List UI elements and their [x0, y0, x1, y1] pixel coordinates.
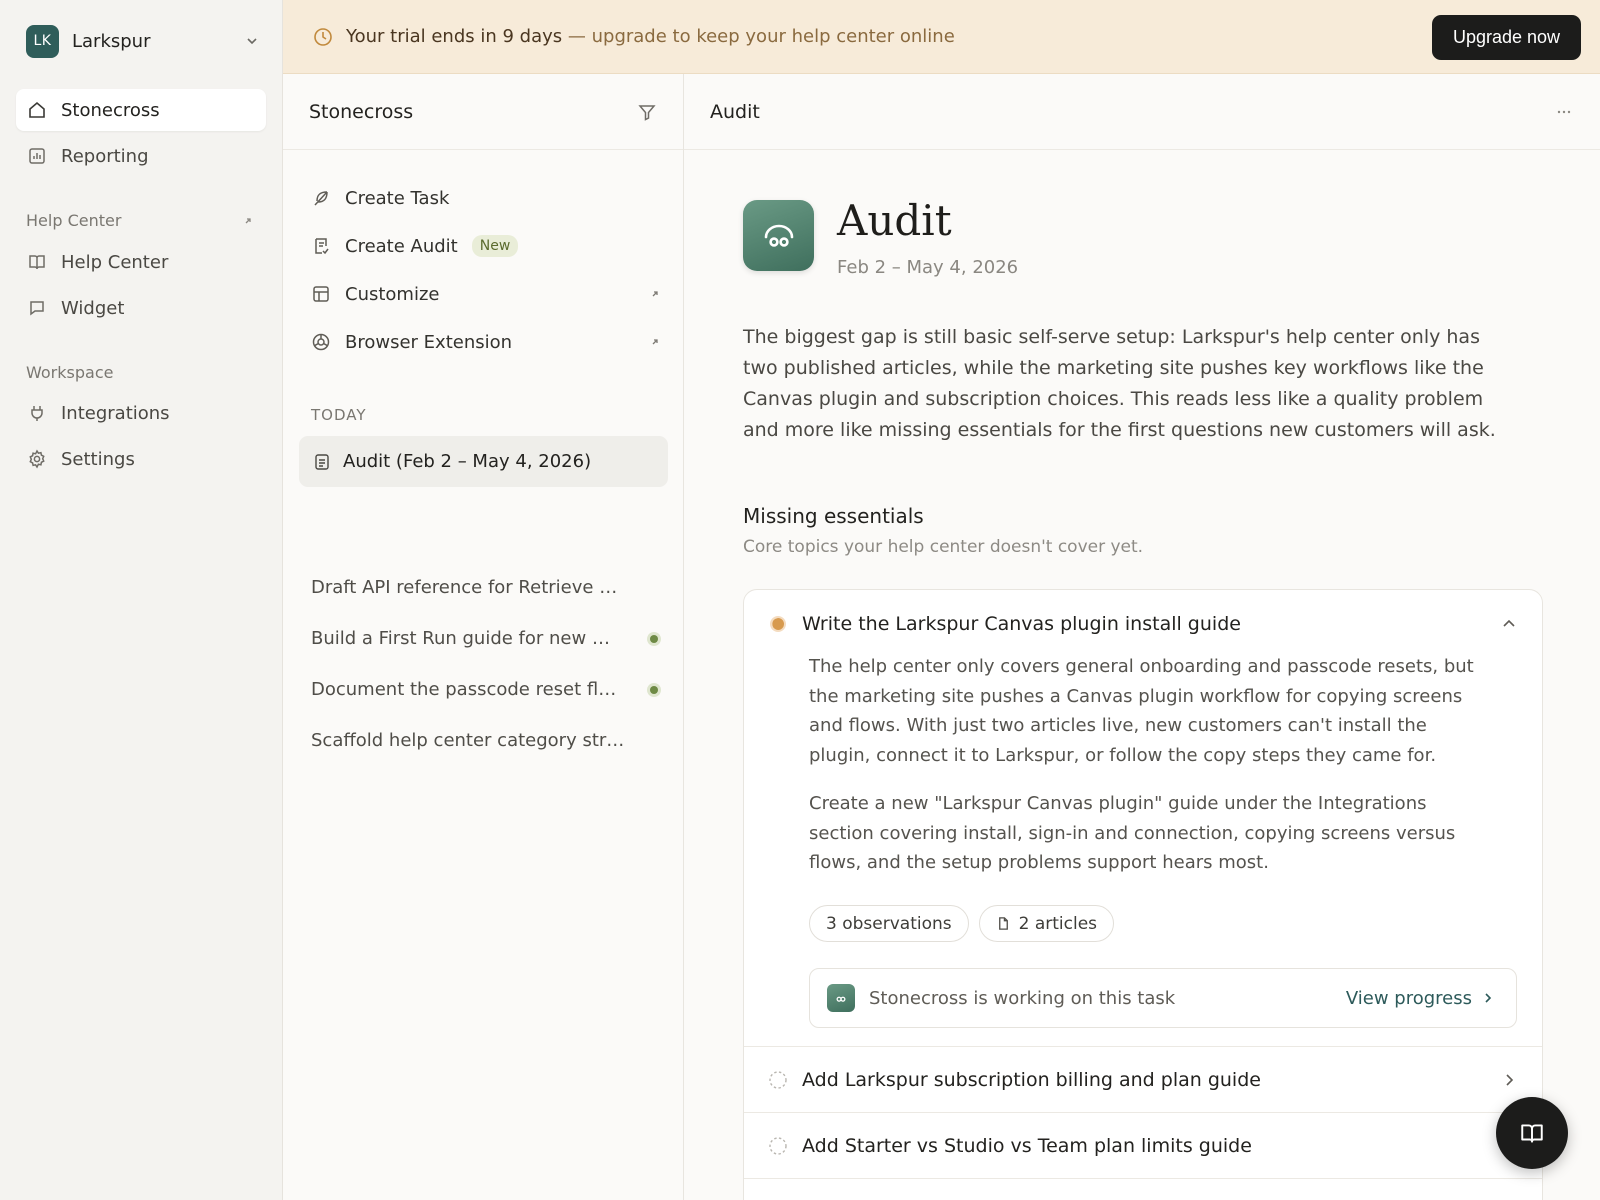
- audit-summary: The biggest gap is still basic self-serv…: [743, 326, 1496, 441]
- sidebar-item-settings[interactable]: Settings: [16, 438, 266, 480]
- audit-date-range: Feb 2 – May 4, 2026: [837, 257, 1019, 278]
- checklist-icon: [315, 238, 329, 255]
- external-link-icon: [652, 291, 658, 297]
- sidebar-item-help-center[interactable]: Help Center: [16, 241, 266, 283]
- workspace-avatar: LK: [26, 24, 59, 58]
- not-started-status-icon: [769, 1136, 787, 1155]
- task-title: Write the Larkspur Canvas plugin install…: [802, 613, 1241, 635]
- sidebar-item-label: Integrations: [61, 402, 170, 424]
- today-section-label: TODAY: [311, 406, 367, 424]
- missing-essentials-subtitle: Core topics your help center doesn't cov…: [743, 537, 1144, 557]
- workspace-name: Larkspur: [72, 30, 151, 52]
- sidebar: LK Larkspur Stonecross Reporting Help Ce…: [0, 0, 283, 1200]
- conversation-item[interactable]: Document the passcode reset flow: [311, 679, 661, 700]
- chat-bubble-icon: [30, 301, 44, 316]
- gear-icon: [29, 449, 45, 469]
- task-description: The help center only covers general onbo…: [809, 656, 1474, 873]
- sidebar-item-label: Reporting: [61, 145, 149, 167]
- agent-panel-header: Stonecross: [283, 74, 683, 150]
- missing-essentials-title: Missing essentials: [743, 504, 924, 528]
- chart-icon: [29, 148, 45, 164]
- chevron-up-icon[interactable]: [1500, 615, 1518, 633]
- browser-extension-action[interactable]: Browser Extension: [311, 322, 661, 362]
- stonecross-mini-logo: [827, 984, 855, 1012]
- chevron-right-icon: [1506, 1073, 1514, 1086]
- filter-icon[interactable]: [637, 102, 657, 122]
- in-progress-status-icon: [770, 616, 786, 632]
- sidebar-item-label: Settings: [61, 448, 135, 470]
- create-audit-action[interactable]: Create Audit New: [311, 226, 661, 266]
- external-link-icon: [652, 339, 658, 345]
- conversation-item[interactable]: Draft API reference for Retrieve Workspa…: [311, 577, 661, 598]
- in-progress-indicator: [647, 682, 661, 697]
- sidebar-item-label: Widget: [61, 297, 125, 319]
- compass-icon: [312, 333, 330, 351]
- workspace-section-label: Workspace: [26, 363, 114, 382]
- audit-panel-header: Audit: [684, 74, 1600, 150]
- document-icon: [315, 453, 329, 470]
- observations-pill[interactable]: 3 observations: [809, 905, 969, 942]
- layout-icon: [313, 286, 329, 302]
- working-status-text: Stonecross is working on this task: [869, 987, 1176, 1009]
- audit-panel: Audit Audit Feb 2 – May 4, 2026 The bigg…: [684, 74, 1600, 1200]
- chevron-down-icon: [247, 38, 257, 45]
- customize-action[interactable]: Customize: [311, 274, 661, 314]
- sidebar-item-reporting[interactable]: Reporting: [16, 135, 266, 177]
- more-options-icon[interactable]: [1554, 102, 1574, 122]
- task-working-status: Stonecross is working on this task View …: [809, 968, 1517, 1028]
- trial-banner: Your trial ends in 9 days — upgrade to k…: [283, 0, 1600, 74]
- leaf-icon: [314, 191, 328, 206]
- task-row[interactable]: Add Larkspur subscription billing and pl…: [744, 1046, 1542, 1112]
- not-started-status-icon: [769, 1070, 787, 1089]
- conversation-item-active[interactable]: Audit (Feb 2 – May 4, 2026): [299, 436, 668, 487]
- sidebar-item-label: Stonecross: [61, 99, 160, 121]
- external-link-icon: [245, 217, 251, 223]
- trial-message: Your trial ends in 9 days — upgrade to k…: [346, 26, 955, 47]
- file-icon: [998, 917, 1008, 930]
- book-icon: [29, 255, 45, 270]
- in-progress-indicator: [647, 631, 661, 646]
- task-row: [744, 1178, 1542, 1200]
- sidebar-item-label: Help Center: [61, 251, 169, 273]
- chevron-right-icon: [1485, 993, 1492, 1003]
- missing-essentials-card: Write the Larkspur Canvas plugin install…: [743, 589, 1543, 1200]
- book-open-icon: [1521, 1124, 1543, 1143]
- agent-panel-title: Stonecross: [309, 100, 414, 123]
- articles-pill[interactable]: 2 articles: [978, 905, 1115, 942]
- plug-icon: [31, 406, 43, 421]
- audit-title: Audit: [837, 196, 952, 245]
- help-docs-button[interactable]: [1496, 1097, 1568, 1169]
- new-badge: New: [471, 235, 519, 257]
- task-title: Add Starter vs Studio vs Team plan limit…: [802, 1134, 1252, 1157]
- task-row[interactable]: Add Starter vs Studio vs Team plan limit…: [744, 1112, 1542, 1178]
- sidebar-item-integrations[interactable]: Integrations: [16, 392, 266, 434]
- home-icon: [29, 101, 45, 118]
- agent-panel: Stonecross Create Task Create Audit New …: [283, 74, 684, 1200]
- workspace-switcher[interactable]: LK Larkspur: [26, 24, 260, 58]
- task-meta: 3 observations 2 articles: [809, 905, 1115, 942]
- sidebar-item-widget[interactable]: Widget: [16, 287, 266, 329]
- create-task-action[interactable]: Create Task: [311, 178, 661, 218]
- upgrade-now-button[interactable]: Upgrade now: [1432, 15, 1581, 60]
- help-center-section-label[interactable]: Help Center: [26, 211, 254, 230]
- conversation-item[interactable]: Scaffold help center category structure …: [311, 730, 661, 751]
- view-progress-link[interactable]: View progress: [1346, 988, 1496, 1009]
- sidebar-item-stonecross[interactable]: Stonecross: [16, 89, 266, 131]
- task-title: Add Larkspur subscription billing and pl…: [802, 1068, 1261, 1091]
- audit-panel-title: Audit: [710, 100, 760, 123]
- task-header[interactable]: Write the Larkspur Canvas plugin install…: [768, 610, 1518, 638]
- stonecross-logo: [743, 200, 814, 271]
- conversation-item[interactable]: Build a First Run guide for new members: [311, 628, 661, 649]
- clock-icon: [314, 28, 332, 46]
